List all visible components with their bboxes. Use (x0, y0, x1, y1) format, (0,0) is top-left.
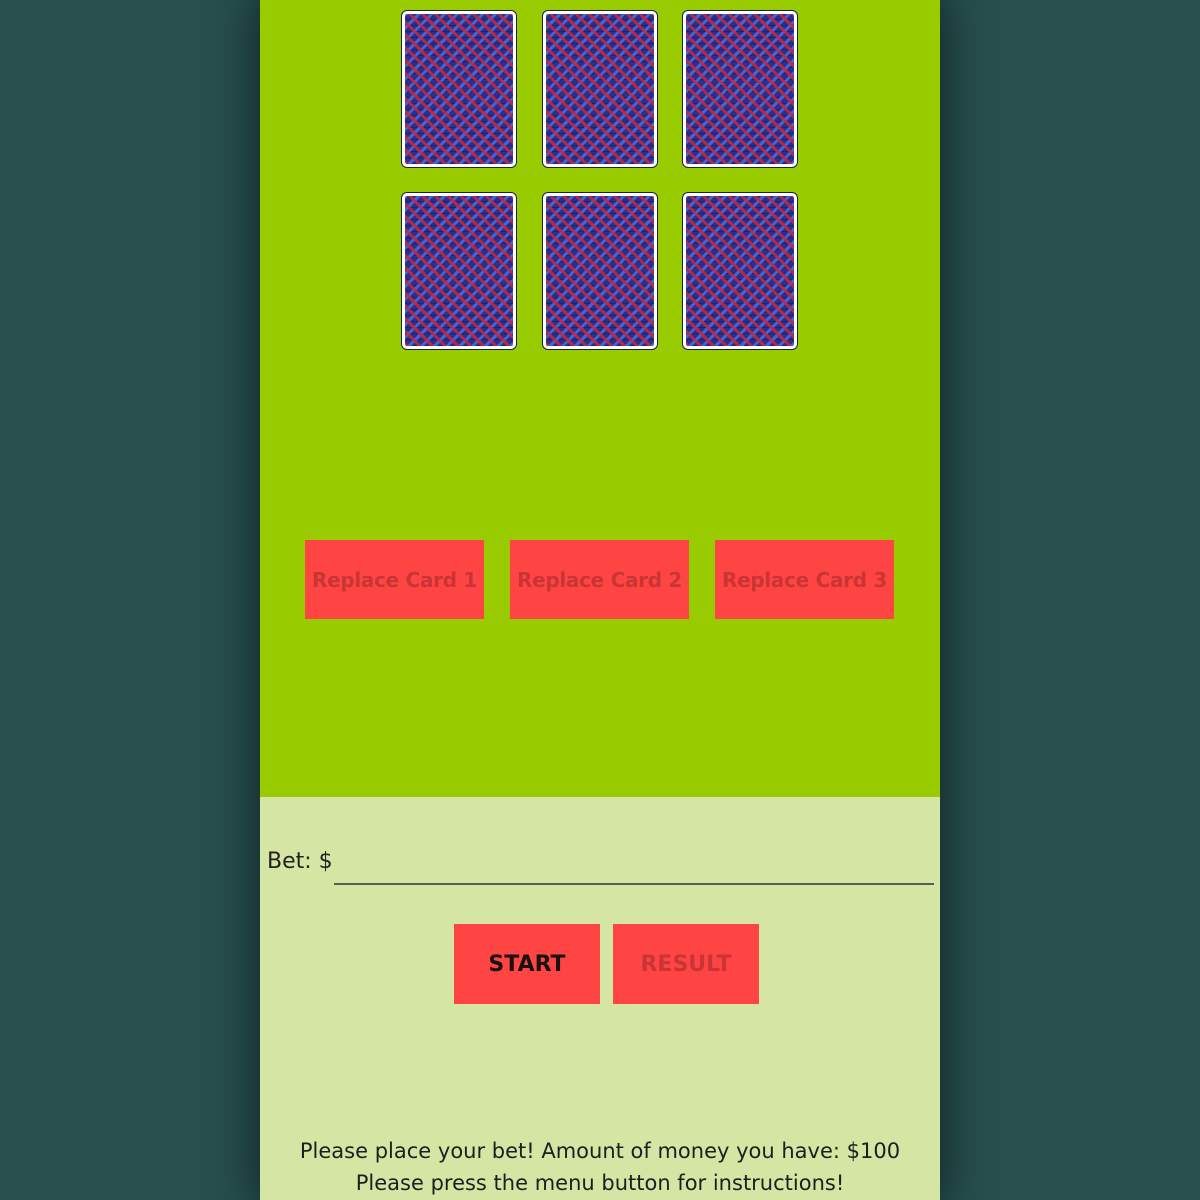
bet-input[interactable] (334, 843, 934, 885)
status-message: Please place your bet! Amount of money y… (260, 1135, 940, 1199)
status-line-bet: Please place your bet! Amount of money y… (299, 1139, 901, 1163)
controls-panel: Bet: $ START RESULT Please place your be… (260, 797, 940, 1200)
bet-label: Bet: $ (267, 849, 333, 874)
card-back-3[interactable] (683, 11, 797, 167)
replace-card-2-button[interactable]: Replace Card 2 (510, 540, 689, 619)
card-back-1[interactable] (402, 11, 516, 167)
card-back-5[interactable] (543, 193, 657, 349)
replace-card-1-button[interactable]: Replace Card 1 (305, 540, 484, 619)
card-back-6[interactable] (683, 193, 797, 349)
card-table: Replace Card 1 Replace Card 2 Replace Ca… (260, 0, 940, 797)
result-button[interactable]: RESULT (613, 924, 759, 1004)
replace-card-3-button[interactable]: Replace Card 3 (715, 540, 894, 619)
app-screen: Replace Card 1 Replace Card 2 Replace Ca… (260, 0, 940, 1200)
status-line-instructions: Please press the menu button for instruc… (355, 1171, 845, 1195)
card-back-4[interactable] (402, 193, 516, 349)
card-back-2[interactable] (543, 11, 657, 167)
start-button[interactable]: START (454, 924, 600, 1004)
